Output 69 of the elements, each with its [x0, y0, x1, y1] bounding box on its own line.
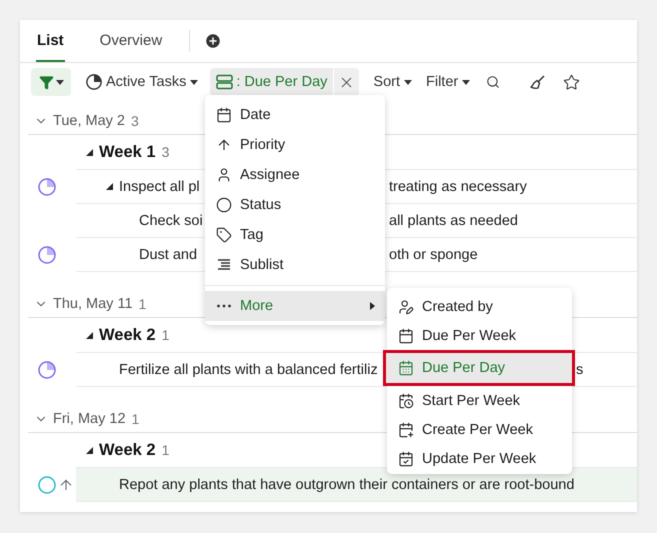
tab[interactable]: List [36, 20, 65, 62]
week-heading: Week 2 [99, 440, 156, 460]
caret-icon [462, 80, 470, 84]
task-title: Repot any plants that have outgrown their containers or are root-bound [119, 476, 574, 492]
task-title: Inspect all pl [119, 178, 200, 194]
filter-dropdown[interactable]: Filter [424, 68, 472, 96]
person-pen-icon [398, 298, 414, 314]
task-title: Check soi [139, 212, 203, 228]
date-heading: Thu, May 11 [53, 296, 133, 312]
calendar-check-icon [398, 450, 414, 466]
circle-icon [216, 197, 232, 213]
menu-item[interactable]: More [205, 291, 385, 321]
group-by-chip[interactable]: : Due Per Day [210, 68, 334, 96]
menu-item[interactable]: Status [205, 190, 385, 220]
view-dropdown[interactable]: Active Tasks [84, 68, 200, 96]
caret-icon [56, 80, 64, 84]
task-title: treating as necessary [389, 178, 527, 194]
expand-triangle-icon[interactable] [86, 332, 93, 338]
date-heading: Fri, May 12 [53, 410, 126, 426]
pie-chart-icon [86, 74, 102, 90]
menu-item[interactable]: Assignee [205, 160, 385, 190]
status-icon[interactable] [38, 246, 56, 264]
menu-item[interactable]: Create Per Week [387, 415, 572, 444]
close-button[interactable] [334, 68, 360, 96]
person-icon [216, 167, 232, 183]
task-count: 3 [162, 144, 170, 160]
task-row[interactable]: Repot any plants that have outgrown their containers or are root-bound [76, 468, 637, 502]
task-count: 1 [162, 327, 170, 343]
menu-item[interactable]: Start Per Week [387, 386, 572, 415]
menu-item[interactable]: Created by [387, 292, 572, 321]
calendar-icon [398, 328, 414, 344]
task-title: Dust and [139, 246, 198, 262]
menu-item[interactable]: Priority [205, 130, 385, 160]
week-heading: Week 1 [99, 142, 156, 162]
task-title: s [576, 362, 584, 378]
task-count: 1 [138, 296, 146, 312]
filter-toggle-button[interactable] [31, 68, 71, 96]
tag-icon [216, 227, 232, 243]
expand-triangle-icon[interactable] [106, 183, 112, 190]
status-icon[interactable] [38, 361, 56, 379]
expand-triangle-icon[interactable] [86, 148, 93, 156]
task-count: 3 [131, 112, 139, 128]
calendar-clock-icon [398, 392, 414, 408]
task-title: all plants as needed [389, 212, 518, 228]
rows-icon [216, 74, 234, 90]
tab[interactable]: Overview [98, 20, 164, 62]
menu-item[interactable]: Tag [205, 220, 385, 250]
status-icon[interactable] [38, 178, 56, 196]
menu-item[interactable]: Due Per Day [383, 350, 575, 386]
priority-arrow-icon [58, 477, 74, 493]
task-count: 1 [162, 442, 170, 458]
menu-item[interactable]: Due Per Week [387, 321, 572, 350]
ellipsis-icon [216, 304, 232, 308]
add-icon[interactable] [204, 32, 222, 50]
date-heading: Tue, May 2 [53, 112, 125, 128]
task-title: Fertilize all plants with a balanced fertiliz [119, 362, 378, 378]
funnel-icon [38, 74, 54, 90]
menu-item[interactable]: Date [205, 100, 385, 130]
calendar-icon [216, 107, 232, 123]
expand-triangle-icon[interactable] [86, 446, 93, 454]
caret-icon [404, 80, 412, 84]
calendar-plus-icon [398, 422, 414, 438]
sort-dropdown[interactable]: Sort [371, 68, 414, 96]
task-count: 1 [132, 410, 140, 426]
calendar-icon [398, 360, 414, 376]
caret-icon [190, 80, 198, 84]
week-heading: Week 2 [99, 326, 156, 344]
menu-item[interactable]: Sublist [205, 250, 385, 280]
task-title: oth or sponge [389, 246, 478, 262]
